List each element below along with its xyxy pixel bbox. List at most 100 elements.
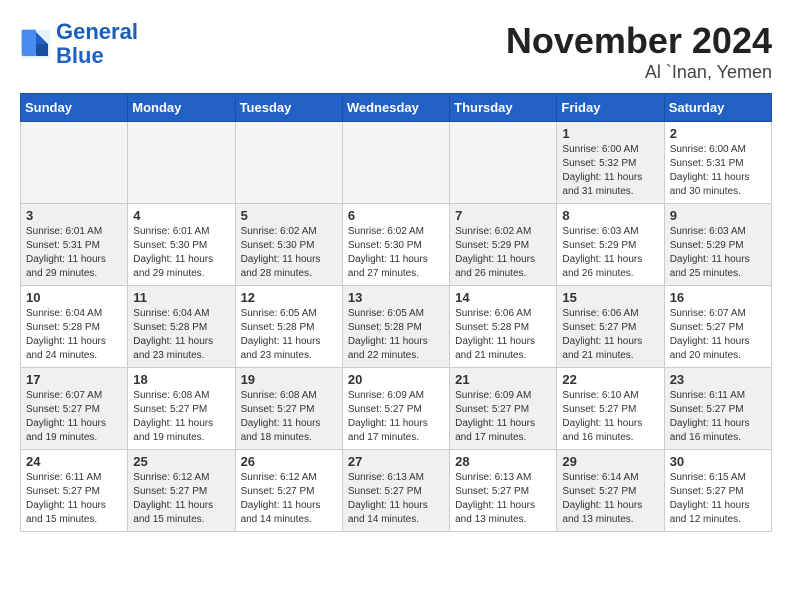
day-cell: 9 Sunrise: 6:03 AM Sunset: 5:29 PM Daylig…: [664, 204, 771, 286]
day-info: Sunrise: 6:13 AM Sunset: 5:27 PM Dayligh…: [348, 471, 444, 527]
day-info: Sunrise: 6:15 AM Sunset: 5:27 PM Dayligh…: [670, 471, 766, 527]
day-info: Sunrise: 6:03 AM Sunset: 5:29 PM Dayligh…: [670, 225, 766, 281]
day-cell: 19 Sunrise: 6:08 AM Sunset: 5:27 PM Dayli…: [235, 368, 342, 450]
day-info: Sunrise: 6:14 AM Sunset: 5:27 PM Dayligh…: [562, 471, 658, 527]
header-wednesday: Wednesday: [342, 94, 449, 122]
page-header: General Blue November 2024 Al `Inan, Yem…: [20, 20, 772, 83]
day-info: Sunrise: 6:09 AM Sunset: 5:27 PM Dayligh…: [455, 389, 551, 445]
day-info: Sunrise: 6:04 AM Sunset: 5:28 PM Dayligh…: [133, 307, 229, 363]
day-number: 22: [562, 372, 658, 387]
day-info: Sunrise: 6:04 AM Sunset: 5:28 PM Dayligh…: [26, 307, 122, 363]
day-info: Sunrise: 6:12 AM Sunset: 5:27 PM Dayligh…: [241, 471, 337, 527]
day-cell: 14 Sunrise: 6:06 AM Sunset: 5:28 PM Dayli…: [450, 286, 557, 368]
day-cell: 11Sunrise: 6:04 AM Sunset: 5:28 PM Dayli…: [128, 286, 235, 368]
day-info: Sunrise: 6:10 AM Sunset: 5:27 PM Dayligh…: [562, 389, 658, 445]
day-cell: 12Sunrise: 6:05 AM Sunset: 5:28 PM Dayli…: [235, 286, 342, 368]
day-number: 7: [455, 208, 551, 223]
logo-text: General Blue: [56, 20, 138, 68]
day-cell: 7 Sunrise: 6:02 AM Sunset: 5:29 PM Daylig…: [450, 204, 557, 286]
day-number: 10: [26, 290, 122, 305]
day-cell: 30 Sunrise: 6:15 AM Sunset: 5:27 PM Dayli…: [664, 450, 771, 532]
day-info: Sunrise: 6:06 AM Sunset: 5:27 PM Dayligh…: [562, 307, 658, 363]
week-row-4: 17Sunrise: 6:07 AM Sunset: 5:27 PM Dayli…: [21, 368, 772, 450]
day-cell: [342, 122, 449, 204]
logo: General Blue: [20, 20, 138, 68]
day-cell: 26 Sunrise: 6:12 AM Sunset: 5:27 PM Dayli…: [235, 450, 342, 532]
month-title: November 2024: [506, 20, 772, 62]
day-cell: 27 Sunrise: 6:13 AM Sunset: 5:27 PM Dayli…: [342, 450, 449, 532]
day-info: Sunrise: 6:02 AM Sunset: 5:30 PM Dayligh…: [348, 225, 444, 281]
day-info: Sunrise: 6:03 AM Sunset: 5:29 PM Dayligh…: [562, 225, 658, 281]
day-cell: 25 Sunrise: 6:12 AM Sunset: 5:27 PM Dayli…: [128, 450, 235, 532]
day-number: 3: [26, 208, 122, 223]
day-number: 8: [562, 208, 658, 223]
day-number: 5: [241, 208, 337, 223]
header-tuesday: Tuesday: [235, 94, 342, 122]
day-number: 19: [241, 372, 337, 387]
logo-icon: [20, 28, 52, 60]
week-row-5: 24 Sunrise: 6:11 AM Sunset: 5:27 PM Dayli…: [21, 450, 772, 532]
day-cell: 10 Sunrise: 6:04 AM Sunset: 5:28 PM Dayli…: [21, 286, 128, 368]
day-cell: 4Sunrise: 6:01 AM Sunset: 5:30 PM Daylig…: [128, 204, 235, 286]
day-number: 2: [670, 126, 766, 141]
day-cell: 20 Sunrise: 6:09 AM Sunset: 5:27 PM Dayli…: [342, 368, 449, 450]
day-cell: 24 Sunrise: 6:11 AM Sunset: 5:27 PM Dayli…: [21, 450, 128, 532]
day-info: Sunrise: 6:00 AM Sunset: 5:32 PM Dayligh…: [562, 143, 658, 199]
week-row-2: 3 Sunrise: 6:01 AM Sunset: 5:31 PM Daylig…: [21, 204, 772, 286]
day-cell: 5Sunrise: 6:02 AM Sunset: 5:30 PM Daylig…: [235, 204, 342, 286]
day-number: 21: [455, 372, 551, 387]
day-info: Sunrise: 6:09 AM Sunset: 5:27 PM Dayligh…: [348, 389, 444, 445]
day-info: Sunrise: 6:01 AM Sunset: 5:31 PM Dayligh…: [26, 225, 122, 281]
day-info: Sunrise: 6:13 AM Sunset: 5:27 PM Dayligh…: [455, 471, 551, 527]
day-info: Sunrise: 6:00 AM Sunset: 5:31 PM Dayligh…: [670, 143, 766, 199]
day-cell: 23Sunrise: 6:11 AM Sunset: 5:27 PM Dayli…: [664, 368, 771, 450]
day-info: Sunrise: 6:12 AM Sunset: 5:27 PM Dayligh…: [133, 471, 229, 527]
day-number: 9: [670, 208, 766, 223]
day-cell: 3 Sunrise: 6:01 AM Sunset: 5:31 PM Daylig…: [21, 204, 128, 286]
day-cell: 22 Sunrise: 6:10 AM Sunset: 5:27 PM Dayli…: [557, 368, 664, 450]
day-number: 13: [348, 290, 444, 305]
day-cell: 15Sunrise: 6:06 AM Sunset: 5:27 PM Dayli…: [557, 286, 664, 368]
day-number: 1: [562, 126, 658, 141]
header-saturday: Saturday: [664, 94, 771, 122]
day-info: Sunrise: 6:01 AM Sunset: 5:30 PM Dayligh…: [133, 225, 229, 281]
day-number: 29: [562, 454, 658, 469]
header-friday: Friday: [557, 94, 664, 122]
day-info: Sunrise: 6:07 AM Sunset: 5:27 PM Dayligh…: [26, 389, 122, 445]
day-number: 12: [241, 290, 337, 305]
day-info: Sunrise: 6:08 AM Sunset: 5:27 PM Dayligh…: [241, 389, 337, 445]
day-cell: 29 Sunrise: 6:14 AM Sunset: 5:27 PM Dayli…: [557, 450, 664, 532]
day-number: 18: [133, 372, 229, 387]
day-number: 28: [455, 454, 551, 469]
day-number: 25: [133, 454, 229, 469]
day-cell: 28 Sunrise: 6:13 AM Sunset: 5:27 PM Dayli…: [450, 450, 557, 532]
day-cell: 18Sunrise: 6:08 AM Sunset: 5:27 PM Dayli…: [128, 368, 235, 450]
week-row-1: 1 Sunrise: 6:00 AM Sunset: 5:32 PM Daylig…: [21, 122, 772, 204]
day-number: 23: [670, 372, 766, 387]
day-info: Sunrise: 6:02 AM Sunset: 5:29 PM Dayligh…: [455, 225, 551, 281]
day-number: 20: [348, 372, 444, 387]
header-thursday: Thursday: [450, 94, 557, 122]
day-number: 16: [670, 290, 766, 305]
day-cell: [450, 122, 557, 204]
day-number: 26: [241, 454, 337, 469]
day-number: 24: [26, 454, 122, 469]
day-cell: [128, 122, 235, 204]
calendar-table: SundayMondayTuesdayWednesdayThursdayFrid…: [20, 93, 772, 532]
day-cell: 21 Sunrise: 6:09 AM Sunset: 5:27 PM Dayli…: [450, 368, 557, 450]
day-number: 30: [670, 454, 766, 469]
day-cell: 1 Sunrise: 6:00 AM Sunset: 5:32 PM Daylig…: [557, 122, 664, 204]
day-info: Sunrise: 6:11 AM Sunset: 5:27 PM Dayligh…: [26, 471, 122, 527]
day-cell: 6Sunrise: 6:02 AM Sunset: 5:30 PM Daylig…: [342, 204, 449, 286]
day-info: Sunrise: 6:06 AM Sunset: 5:28 PM Dayligh…: [455, 307, 551, 363]
week-row-3: 10 Sunrise: 6:04 AM Sunset: 5:28 PM Dayli…: [21, 286, 772, 368]
day-cell: 2 Sunrise: 6:00 AM Sunset: 5:31 PM Daylig…: [664, 122, 771, 204]
header-sunday: Sunday: [21, 94, 128, 122]
day-cell: [235, 122, 342, 204]
day-number: 14: [455, 290, 551, 305]
title-block: November 2024 Al `Inan, Yemen: [506, 20, 772, 83]
day-info: Sunrise: 6:05 AM Sunset: 5:28 PM Dayligh…: [348, 307, 444, 363]
day-cell: 16Sunrise: 6:07 AM Sunset: 5:27 PM Dayli…: [664, 286, 771, 368]
day-number: 27: [348, 454, 444, 469]
location: Al `Inan, Yemen: [506, 62, 772, 83]
